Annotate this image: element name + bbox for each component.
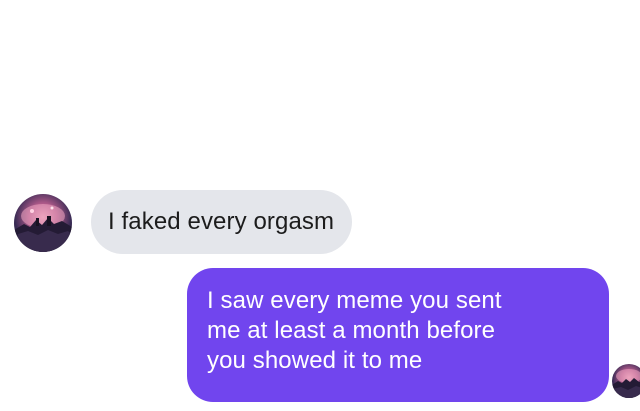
avatar-icon bbox=[612, 369, 640, 398]
read-receipt-avatar bbox=[612, 364, 640, 398]
avatar-icon bbox=[14, 204, 72, 252]
received-message-bubble[interactable]: I faked every orgasm bbox=[91, 190, 353, 254]
sent-message-line: you showed it to me bbox=[207, 347, 423, 374]
sent-message-line: me at least a month before bbox=[207, 317, 496, 344]
contact-avatar[interactable] bbox=[14, 194, 72, 252]
sent-message-bubble[interactable]: I saw every meme you sent me at least a … bbox=[187, 268, 609, 402]
received-message-text: I faked every orgasm bbox=[108, 208, 335, 235]
chat-screen: I faked every orgasm I saw every meme yo… bbox=[0, 0, 640, 411]
sent-message-line: I saw every meme you sent bbox=[207, 287, 502, 314]
